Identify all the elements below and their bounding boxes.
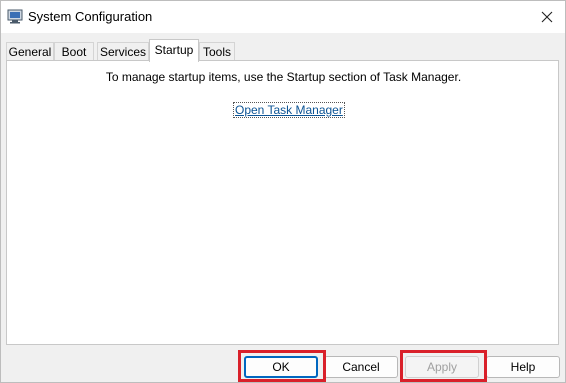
ok-button[interactable]: OK [244,356,318,378]
startup-info-text: To manage startup items, use the Startup… [105,70,462,84]
system-configuration-icon [7,9,23,24]
tab-boot[interactable]: Boot [54,42,94,61]
title-bar[interactable]: System Configuration [1,1,565,33]
tab-strip: General Boot Services Startup Tools [1,39,565,62]
help-button[interactable]: Help [486,356,560,378]
tab-general[interactable]: General [6,42,54,61]
close-button[interactable] [529,1,565,33]
tab-services[interactable]: Services [97,42,149,61]
apply-button[interactable]: Apply [405,356,479,378]
window-title: System Configuration [28,9,153,24]
dialog-button-row: OK Cancel Apply Help [1,346,565,382]
tab-tools[interactable]: Tools [199,42,235,61]
close-icon [541,11,553,23]
cancel-button[interactable]: Cancel [324,356,398,378]
system-configuration-window: System Configuration General Boot Servic… [0,0,566,383]
startup-tab-panel: To manage startup items, use the Startup… [6,60,559,345]
tab-startup[interactable]: Startup [149,39,199,62]
open-task-manager-link[interactable]: Open Task Manager [233,102,345,118]
